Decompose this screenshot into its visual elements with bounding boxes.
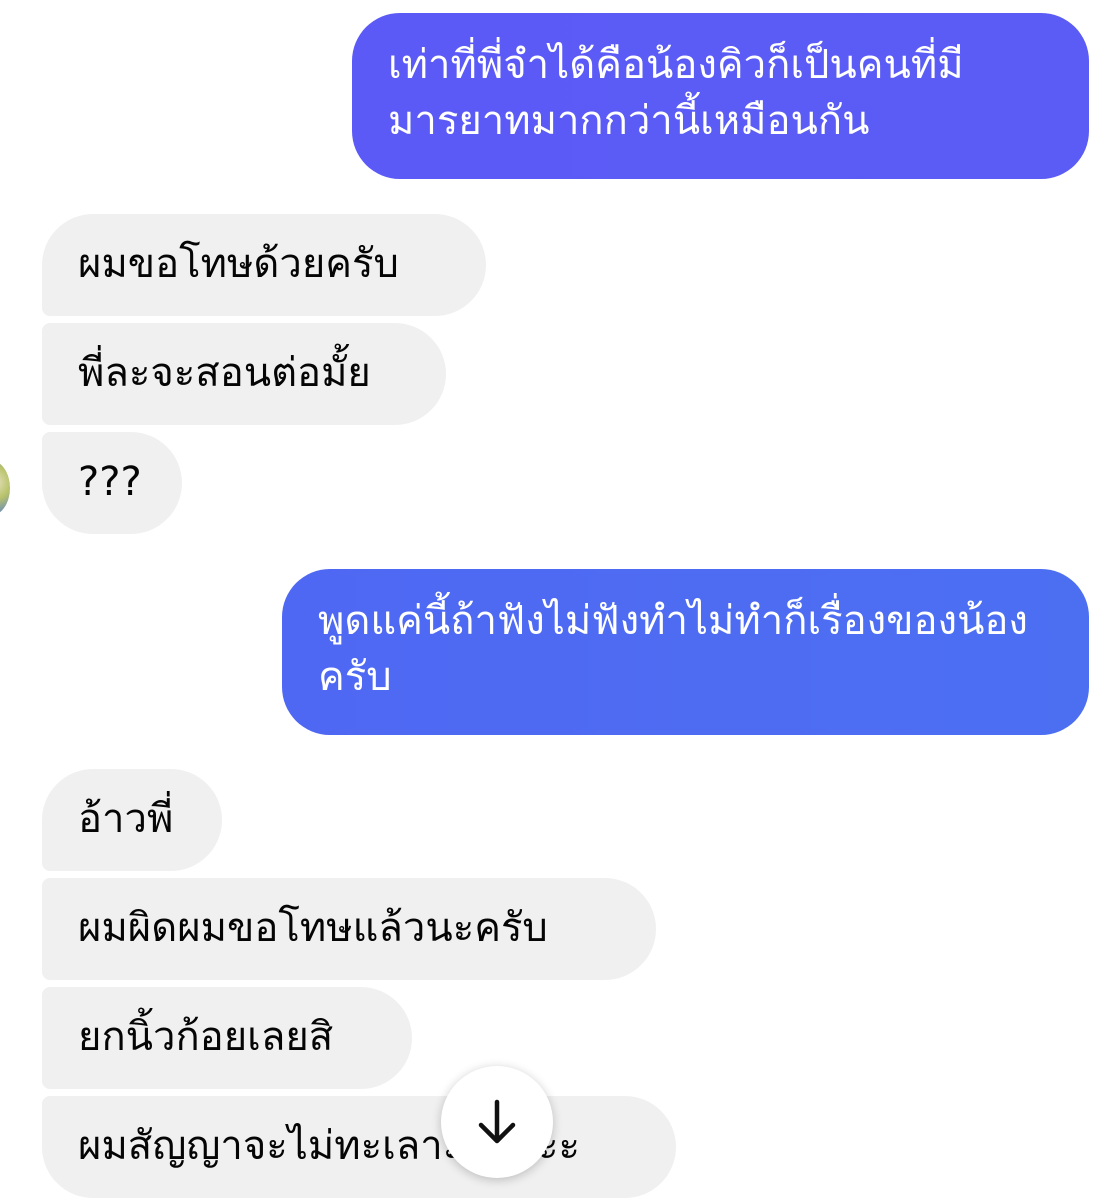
contact-avatar[interactable]: [0, 460, 10, 516]
received-message-bubble[interactable]: ยกนิ้วก้อยเลยสิ: [42, 987, 412, 1089]
message-text: ยกนิ้วก้อยเลยสิ: [78, 1014, 334, 1060]
message-text: ???: [78, 459, 142, 505]
received-message-bubble[interactable]: ผมขอโทษด้วยครับ: [42, 214, 486, 316]
message-text: เท่าที่พี่จำได้คือน้องคิวก็เป็นคนที่มีมา…: [388, 42, 964, 144]
sent-message-bubble[interactable]: พูดแค่นี้ถ้าฟังไม่ฟังทำไม่ทำก็เรื่องของน…: [282, 569, 1089, 735]
message-text: พูดแค่นี้ถ้าฟังไม่ฟังทำไม่ทำก็เรื่องของน…: [318, 598, 1028, 700]
received-message-bubble[interactable]: ???: [42, 432, 182, 534]
received-message-bubble[interactable]: พี่ละจะสอนต่อมั้ย: [42, 323, 446, 425]
received-message-bubble[interactable]: ผมผิดผมขอโทษแล้วนะครับ: [42, 878, 656, 980]
message-text: ผมผิดผมขอโทษแล้วนะครับ: [78, 905, 548, 951]
arrow-down-icon: [475, 1098, 519, 1146]
message-text: ผมขอโทษด้วยครับ: [78, 241, 399, 287]
received-message-bubble[interactable]: ผมสัญญาจะไม่ทะเลาะอีกละะ: [42, 1096, 676, 1198]
message-text: พี่ละจะสอนต่อมั้ย: [78, 350, 371, 396]
sent-message-bubble[interactable]: เท่าที่พี่จำได้คือน้องคิวก็เป็นคนที่มีมา…: [352, 13, 1089, 179]
message-text: อ้าวพี่: [78, 796, 174, 842]
received-message-bubble[interactable]: อ้าวพี่: [42, 769, 222, 871]
scroll-to-bottom-button[interactable]: [441, 1066, 553, 1178]
